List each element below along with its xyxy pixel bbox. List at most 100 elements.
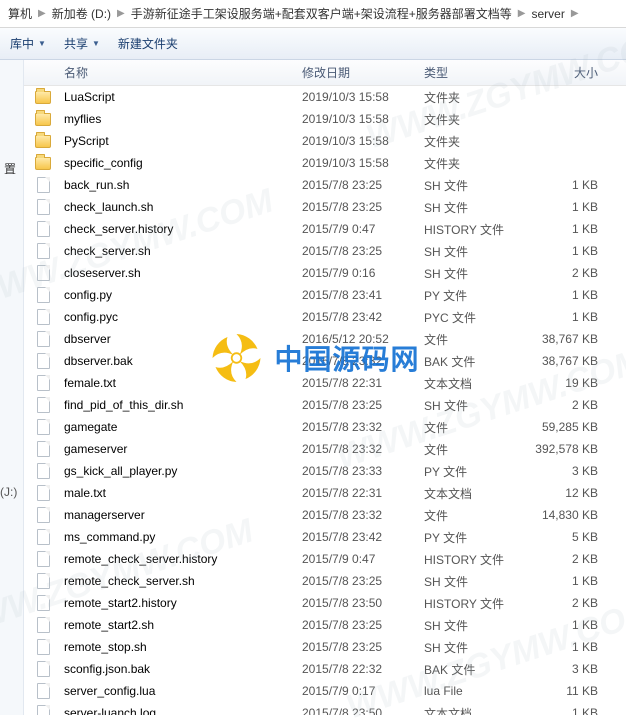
table-row[interactable]: remote_start2.sh2015/7/8 23:25SH 文件1 KB: [24, 614, 626, 636]
file-icon: [24, 199, 62, 215]
file-size: 1 KB: [532, 618, 612, 632]
table-row[interactable]: specific_config2019/10/3 15:58文件夹: [24, 152, 626, 174]
table-row[interactable]: gameserver2015/7/8 23:32文件392,578 KB: [24, 438, 626, 460]
file-icon: [24, 573, 62, 589]
table-row[interactable]: gamegate2015/7/8 23:32文件59,285 KB: [24, 416, 626, 438]
file-date: 2015/7/8 22:31: [302, 376, 424, 390]
file-size: 1 KB: [532, 200, 612, 214]
breadcrumb-item[interactable]: 新加卷 (D:): [52, 5, 111, 22]
file-size: 2 KB: [532, 552, 612, 566]
table-row[interactable]: remote_check_server.history2015/7/9 0:47…: [24, 548, 626, 570]
file-size: 1 KB: [532, 640, 612, 654]
table-row[interactable]: back_run.sh2015/7/8 23:25SH 文件1 KB: [24, 174, 626, 196]
file-date: 2015/7/8 23:25: [302, 398, 424, 412]
header-size[interactable]: 大小: [532, 64, 612, 81]
organize-button[interactable]: 库中 ▼: [10, 35, 46, 52]
file-date: 2015/7/9 0:17: [302, 684, 424, 698]
header-name[interactable]: 名称: [62, 64, 302, 81]
breadcrumb[interactable]: 算机 ▶ 新加卷 (D:) ▶ 手游新征途手工架设服务端+配套双客户端+架设流程…: [0, 0, 626, 28]
file-type: 文本文档: [424, 705, 532, 716]
table-row[interactable]: check_server.history2015/7/9 0:47HISTORY…: [24, 218, 626, 240]
file-date: 2015/7/8 23:41: [302, 288, 424, 302]
file-icon: [24, 265, 62, 281]
file-type: BAK 文件: [424, 661, 532, 678]
file-date: 2019/10/3 15:58: [302, 134, 424, 148]
file-size: 1 KB: [532, 310, 612, 324]
table-row[interactable]: sconfig.json.bak2015/7/8 22:32BAK 文件3 KB: [24, 658, 626, 680]
folder-icon: [24, 135, 62, 148]
table-row[interactable]: male.txt2015/7/8 22:31文本文档12 KB: [24, 482, 626, 504]
file-name: remote_start2.history: [62, 596, 302, 610]
breadcrumb-item[interactable]: server: [531, 7, 564, 21]
header-date[interactable]: 修改日期: [302, 64, 424, 81]
table-row[interactable]: managerserver2015/7/8 23:32文件14,830 KB: [24, 504, 626, 526]
table-row[interactable]: female.txt2015/7/8 22:31文本文档19 KB: [24, 372, 626, 394]
file-name: server_config.lua: [62, 684, 302, 698]
file-date: 2016/5/12 20:52: [302, 332, 424, 346]
table-row[interactable]: server-luanch.log2015/7/8 23:50文本文档1 KB: [24, 702, 626, 715]
file-icon: [24, 683, 62, 699]
header-type[interactable]: 类型: [424, 64, 532, 81]
chevron-right-icon: ▶: [38, 8, 46, 19]
file-type: PY 文件: [424, 463, 532, 480]
table-row[interactable]: myflies2019/10/3 15:58文件夹: [24, 108, 626, 130]
folder-icon: [24, 91, 62, 104]
table-row[interactable]: dbserver2016/5/12 20:52文件38,767 KB: [24, 328, 626, 350]
file-icon: [24, 397, 62, 413]
file-date: 2015/7/8 23:42: [302, 310, 424, 324]
file-date: 2015/7/8 23:50: [302, 596, 424, 610]
table-row[interactable]: find_pid_of_this_dir.sh2015/7/8 23:25SH …: [24, 394, 626, 416]
file-date: 2015/7/8 23:32: [302, 354, 424, 368]
sidebar-label: (J:): [0, 485, 17, 499]
file-type: 文件夹: [424, 111, 532, 128]
file-date: 2015/7/8 23:50: [302, 706, 424, 715]
file-name: male.txt: [62, 486, 302, 500]
file-name: closeserver.sh: [62, 266, 302, 280]
file-icon: [24, 221, 62, 237]
file-name: config.py: [62, 288, 302, 302]
organize-label: 库中: [10, 35, 34, 52]
breadcrumb-item[interactable]: 手游新征途手工架设服务端+配套双客户端+架设流程+服务器部署文档等: [131, 5, 512, 22]
file-name: gameserver: [62, 442, 302, 456]
file-type: 文件夹: [424, 133, 532, 150]
file-name: find_pid_of_this_dir.sh: [62, 398, 302, 412]
table-row[interactable]: config.py2015/7/8 23:41PY 文件1 KB: [24, 284, 626, 306]
file-icon: [24, 243, 62, 259]
table-row[interactable]: check_server.sh2015/7/8 23:25SH 文件1 KB: [24, 240, 626, 262]
table-row[interactable]: server_config.lua2015/7/9 0:17lua File11…: [24, 680, 626, 702]
file-name: gs_kick_all_player.py: [62, 464, 302, 478]
chevron-down-icon: ▼: [92, 39, 100, 48]
file-size: 392,578 KB: [532, 442, 612, 456]
file-icon: [24, 419, 62, 435]
newfolder-button[interactable]: 新建文件夹: [118, 35, 178, 52]
table-row[interactable]: dbserver.bak2015/7/8 23:32BAK 文件38,767 K…: [24, 350, 626, 372]
file-type: lua File: [424, 684, 532, 698]
file-icon: [24, 177, 62, 193]
file-name: specific_config: [62, 156, 302, 170]
table-row[interactable]: LuaScript2019/10/3 15:58文件夹: [24, 86, 626, 108]
file-icon: [24, 551, 62, 567]
table-row[interactable]: check_launch.sh2015/7/8 23:25SH 文件1 KB: [24, 196, 626, 218]
table-row[interactable]: config.pyc2015/7/8 23:42PYC 文件1 KB: [24, 306, 626, 328]
table-row[interactable]: ms_command.py2015/7/8 23:42PY 文件5 KB: [24, 526, 626, 548]
table-row[interactable]: PyScript2019/10/3 15:58文件夹: [24, 130, 626, 152]
file-name: myflies: [62, 112, 302, 126]
file-type: BAK 文件: [424, 353, 532, 370]
table-row[interactable]: gs_kick_all_player.py2015/7/8 23:33PY 文件…: [24, 460, 626, 482]
share-label: 共享: [64, 35, 88, 52]
file-date: 2019/10/3 15:58: [302, 90, 424, 104]
table-row[interactable]: remote_stop.sh2015/7/8 23:25SH 文件1 KB: [24, 636, 626, 658]
file-type: 文件: [424, 419, 532, 436]
file-icon: [24, 595, 62, 611]
share-button[interactable]: 共享 ▼: [64, 35, 100, 52]
table-row[interactable]: remote_check_server.sh2015/7/8 23:25SH 文…: [24, 570, 626, 592]
table-row[interactable]: remote_start2.history2015/7/8 23:50HISTO…: [24, 592, 626, 614]
file-size: 1 KB: [532, 244, 612, 258]
file-icon: [24, 309, 62, 325]
table-row[interactable]: closeserver.sh2015/7/9 0:16SH 文件2 KB: [24, 262, 626, 284]
file-rows: LuaScript2019/10/3 15:58文件夹myflies2019/1…: [24, 86, 626, 715]
file-type: PY 文件: [424, 529, 532, 546]
file-name: managerserver: [62, 508, 302, 522]
breadcrumb-item[interactable]: 算机: [8, 5, 32, 22]
file-name: LuaScript: [62, 90, 302, 104]
